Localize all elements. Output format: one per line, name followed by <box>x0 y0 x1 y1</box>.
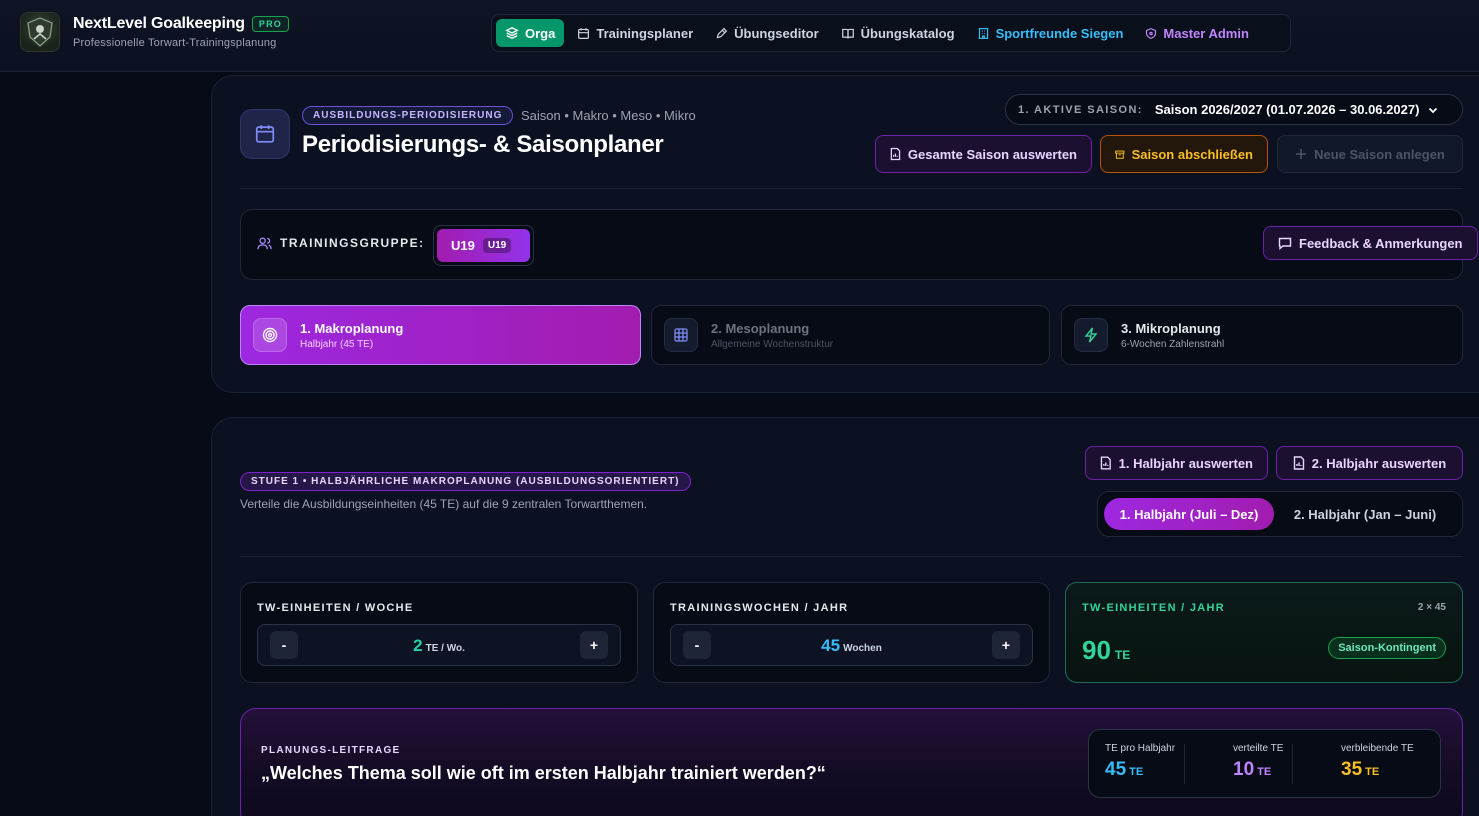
step-title: 3. Mikroplanung <box>1121 320 1221 336</box>
nav-item-label: Orga <box>525 25 556 41</box>
file-chart-icon <box>890 147 901 161</box>
nav-item-master-admin[interactable]: Master Admin <box>1136 19 1257 47</box>
feedback-button[interactable]: Feedback & Anmerkungen <box>1263 226 1478 260</box>
shield-icon <box>1146 27 1157 39</box>
plus-icon <box>1296 149 1307 159</box>
breadcrumb: Saison • Makro • Meso • Mikro <box>521 108 696 123</box>
new-season-button[interactable]: Neue Saison anlegen <box>1277 135 1463 173</box>
training-group-selector: U19 U19 <box>433 225 534 266</box>
stepper-value: 45 Wochen <box>821 636 882 655</box>
increment-button[interactable]: + <box>580 631 608 659</box>
divider <box>240 556 1463 557</box>
step-subtitle: Allgemeine Wochenstruktur <box>711 338 834 350</box>
stat-label: TRAININGSWOCHEN / JAHR <box>670 602 849 614</box>
half-option-2[interactable]: 2. Halbjahr (Jan – Juni) <box>1274 498 1456 530</box>
multiplier-text: 2 × 45 <box>1417 602 1446 613</box>
group-chip-u19[interactable]: U19 U19 <box>437 229 530 262</box>
step-title: 2. Mesoplanung <box>711 320 810 336</box>
target-icon <box>253 318 287 352</box>
step-makroplanung[interactable]: 1. Makroplanung Halbjahr (45 TE) <box>240 305 641 365</box>
evaluate-season-button[interactable]: Gesamte Saison auswerten <box>875 135 1092 173</box>
half-year-toggle: 1. Halbjahr (Juli – Dez) 2. Halbjahr (Ja… <box>1097 491 1463 537</box>
training-weeks-card: TRAININGSWOCHEN / JAHR - 45 Wochen + <box>653 582 1050 683</box>
calendar-icon <box>240 109 290 159</box>
brand[interactable]: NextLevel Goalkeeping PRO Professionelle… <box>20 12 289 52</box>
close-season-button[interactable]: Saison abschließen <box>1100 135 1268 173</box>
calendar-icon <box>578 27 590 39</box>
group-chip-tag: U19 <box>482 238 512 253</box>
divider <box>240 188 1463 189</box>
nav-item-orga[interactable]: Orga <box>496 19 565 47</box>
planning-question-label: PLANUNGS-LEITFRAGE <box>261 745 401 756</box>
season-select[interactable]: 1. AKTIVE SAISON: Saison 2026/2027 (01.0… <box>1005 94 1463 125</box>
stat-label: TW-EINHEITEN / WOCHE <box>257 602 414 614</box>
makro-planning-panel: STUFE 1 • HALBJÄHRLICHE MAKROPLANUNG (AU… <box>211 417 1479 816</box>
training-group-label: TRAININGSGRUPPE: <box>257 236 425 250</box>
half-option-1[interactable]: 1. Halbjahr (Juli – Dez) <box>1104 498 1275 530</box>
file-chart-icon <box>1100 456 1111 470</box>
training-group-row: TRAININGSGRUPPE: U19 U19 Feedback & Anme… <box>240 209 1478 280</box>
stat-separator <box>1184 744 1185 784</box>
season-label: 1. AKTIVE SAISON: <box>1018 103 1143 116</box>
stat-separator <box>1292 744 1293 784</box>
units-per-year-card: TW-EINHEITEN / JAHR 2 × 45 90 TE Saison-K… <box>1065 582 1463 683</box>
brand-title: NextLevel Goalkeeping <box>73 15 245 32</box>
increment-button[interactable]: + <box>992 631 1020 659</box>
units-per-week-stepper: - 2 TE / Wo. + <box>257 624 621 666</box>
grid-icon <box>664 318 698 352</box>
planning-question-card: PLANUNGS-LEITFRAGE „Welches Thema soll w… <box>240 708 1463 816</box>
stat-label: TW-EINHEITEN / JAHR <box>1082 602 1226 614</box>
category-pill: AUSBILDUNGS-PERIODISIERUNG <box>302 106 514 125</box>
users-icon <box>257 236 272 249</box>
nav-item-label: Master Admin <box>1163 25 1249 41</box>
layers-icon <box>505 26 519 40</box>
evaluate-half-1-button[interactable]: 1. Halbjahr auswerten <box>1085 446 1268 480</box>
book-icon <box>841 28 854 38</box>
te-per-half-stat: TE pro Halbjahr 45 TE <box>1105 743 1176 780</box>
brand-subtitle: Professionelle Torwart-Trainingsplanung <box>73 37 277 49</box>
planning-question: „Welches Thema soll wie oft im ersten Ha… <box>261 763 826 783</box>
stepper-value: 2 TE / Wo. <box>413 636 465 655</box>
message-icon <box>1278 237 1292 250</box>
step-subtitle: Halbjahr (45 TE) <box>300 338 374 350</box>
nav-item-uebungskatalog[interactable]: Übungskatalog <box>832 19 964 47</box>
step-mikroplanung[interactable]: 3. Mikroplanung 6-Wochen Zahlenstrahl <box>1061 305 1463 365</box>
season-quota-badge: Saison-Kontingent <box>1328 637 1446 659</box>
nav-item-label: Sportfreunde Siegen <box>995 25 1124 41</box>
training-weeks-stepper: - 45 Wochen + <box>670 624 1033 666</box>
te-distributed-stat: verteilte TE 10 TE <box>1233 743 1284 780</box>
building-icon <box>978 27 988 39</box>
chevron-down-icon <box>1429 107 1438 113</box>
evaluate-half-2-button[interactable]: 2. Halbjahr auswerten <box>1276 446 1463 480</box>
step-mesoplanung[interactable]: 2. Mesoplanung Allgemeine Wochenstruktur <box>651 305 1050 365</box>
lightning-icon <box>1074 318 1108 352</box>
stage-pill: STUFE 1 • HALBJÄHRLICHE MAKROPLANUNG (AU… <box>240 472 691 491</box>
step-title: 1. Makroplanung <box>300 320 404 336</box>
shield-logo-icon <box>20 12 60 52</box>
step-subtitle: 6-Wochen Zahlenstrahl <box>1121 338 1225 350</box>
te-summary: TE pro Halbjahr 45 TE verteilte TE 10 TE v… <box>1088 729 1441 798</box>
file-chart-icon <box>1293 456 1304 470</box>
stage-description: Verteile die Ausbildungseinheiten (45 TE… <box>240 497 648 511</box>
page-title: Periodisierungs- & Saisonplaner <box>302 131 664 158</box>
edit-icon <box>716 27 728 38</box>
nav-item-club[interactable]: Sportfreunde Siegen <box>968 19 1133 47</box>
pro-badge: PRO <box>251 16 289 32</box>
nav-item-trainingsplaner[interactable]: Trainingsplaner <box>568 19 702 47</box>
planner-header-panel: AUSBILDUNGS-PERIODISIERUNG Saison • Makr… <box>211 75 1479 393</box>
nav-item-uebungseditor[interactable]: Übungseditor <box>706 19 828 47</box>
units-per-year-value: 90 TE <box>1082 635 1131 665</box>
te-remaining-stat: verbleibende TE 35 TE <box>1341 743 1414 780</box>
nav-item-label: Übungskatalog <box>860 25 955 41</box>
top-bar: NextLevel Goalkeeping PRO Professionelle… <box>0 0 1479 72</box>
archive-icon <box>1115 150 1125 159</box>
nav-item-label: Trainingsplaner <box>596 25 694 41</box>
units-per-week-card: TW-EINHEITEN / WOCHE - 2 TE / Wo. + <box>240 582 638 683</box>
main-nav: Orga Trainingsplaner Übungseditor Übungs… <box>491 14 1291 52</box>
season-value: Saison 2026/2027 (01.07.2026 – 30.06.202… <box>1154 102 1420 117</box>
nav-item-label: Übungseditor <box>734 25 819 41</box>
